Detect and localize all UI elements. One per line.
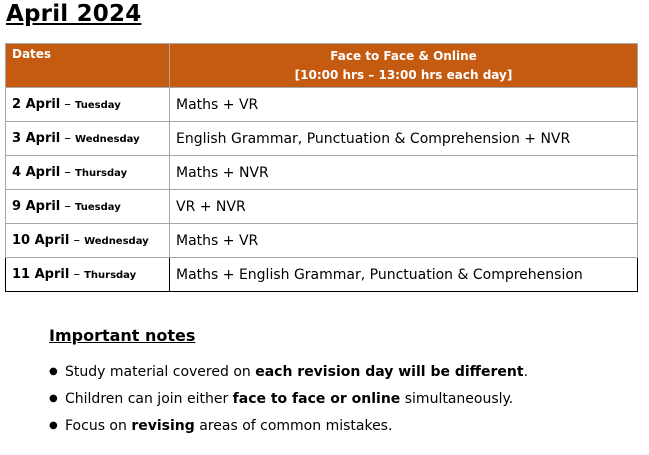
page-title: April 2024 <box>6 1 142 27</box>
row-day: Wednesday <box>75 134 140 145</box>
note-text-bold: face to face or online <box>232 390 401 407</box>
row-date-cell: 10 April – Wednesday <box>5 223 170 258</box>
schedule-table: Dates Face to Face & Online [10:00 hrs –… <box>5 43 638 292</box>
row-subject: Maths + English Grammar, Punctuation & C… <box>169 257 638 292</box>
note-text-plain: areas of common mistakes. <box>194 417 393 434</box>
row-day: Thursday <box>84 270 137 281</box>
row-subject: Maths + NVR <box>169 155 638 190</box>
bullet-icon: ● <box>49 392 58 404</box>
table-row: 9 April – Tuesday VR + NVR <box>5 189 638 224</box>
notes-heading: Important notes <box>49 326 196 345</box>
note-text-plain: simultaneously. <box>400 390 514 407</box>
notes-list: ● Study material covered on each revisio… <box>45 358 528 439</box>
row-date-cell: 3 April – Wednesday <box>5 121 170 156</box>
row-date-cell: 11 April – Thursday <box>5 257 170 292</box>
row-date: 3 April <box>12 131 61 146</box>
row-date: 4 April <box>12 165 61 180</box>
note-text: Children can join either face to face or… <box>65 387 513 411</box>
row-day: Tuesday <box>75 202 121 213</box>
list-item: ● Children can join either face to face … <box>45 385 528 412</box>
row-day: Tuesday <box>75 100 121 111</box>
row-day: Wednesday <box>84 236 149 247</box>
list-item: ● Focus on revising areas of common mist… <box>45 412 528 439</box>
row-date-cell: 4 April – Thursday <box>5 155 170 190</box>
header-sessions: Face to Face & Online [10:00 hrs – 13:00… <box>169 43 638 88</box>
bullet-icon: ● <box>49 419 58 431</box>
note-text-plain: Children can join either <box>65 390 233 407</box>
row-subject: Maths + VR <box>169 87 638 122</box>
row-date: 9 April <box>12 199 61 214</box>
row-date: 11 April <box>12 267 70 282</box>
header-dates: Dates <box>5 43 170 88</box>
table-row: 11 April – Thursday Maths + English Gram… <box>5 257 638 292</box>
row-separator: – <box>69 233 85 248</box>
row-subject: Maths + VR <box>169 223 638 258</box>
header-session-time: [10:00 hrs – 13:00 hrs each day] <box>294 68 513 82</box>
row-subject: English Grammar, Punctuation & Comprehen… <box>169 121 638 156</box>
note-text-plain: . <box>523 363 529 380</box>
list-item: ● Study material covered on each revisio… <box>45 358 528 385</box>
row-separator: – <box>60 131 76 146</box>
row-subject: VR + NVR <box>169 189 638 224</box>
row-separator: – <box>60 165 76 180</box>
row-day: Thursday <box>75 168 128 179</box>
table-row: 4 April – Thursday Maths + NVR <box>5 155 638 190</box>
table-row: 10 April – Wednesday Maths + VR <box>5 223 638 258</box>
row-date-cell: 2 April – Tuesday <box>5 87 170 122</box>
row-separator: – <box>60 97 76 112</box>
note-text-plain: Focus on <box>65 417 132 434</box>
note-text: Focus on revising areas of common mistak… <box>65 414 392 438</box>
bullet-icon: ● <box>49 365 58 377</box>
table-row: 2 April – Tuesday Maths + VR <box>5 87 638 122</box>
table-header-row: Dates Face to Face & Online [10:00 hrs –… <box>5 43 638 88</box>
header-session-type: Face to Face & Online <box>330 49 477 63</box>
table-row: 3 April – Wednesday English Grammar, Pun… <box>5 121 638 156</box>
note-text-bold: revising <box>131 417 195 434</box>
row-separator: – <box>69 267 85 282</box>
row-date: 10 April <box>12 233 70 248</box>
row-date: 2 April <box>12 97 61 112</box>
row-date-cell: 9 April – Tuesday <box>5 189 170 224</box>
note-text-plain: Study material covered on <box>65 363 256 380</box>
note-text-bold: each revision day will be different <box>255 363 524 380</box>
row-separator: – <box>60 199 76 214</box>
note-text: Study material covered on each revision … <box>65 360 528 384</box>
